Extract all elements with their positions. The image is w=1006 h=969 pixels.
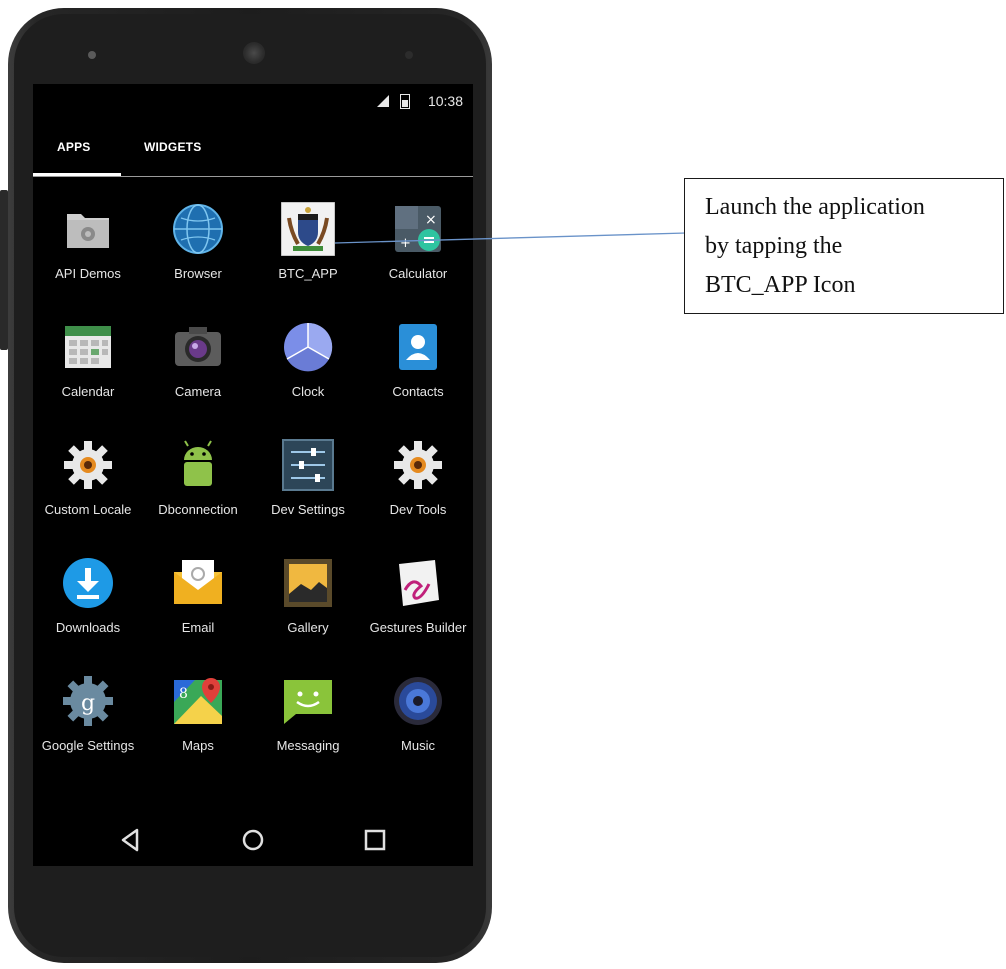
callout-box: Launch the application by tapping the BT… [684, 178, 1004, 314]
callout-line-1: Launch the application [705, 194, 925, 220]
callout-line-2: by tapping the [705, 233, 843, 259]
callout-pointer-line [334, 232, 687, 244]
callout-line-3: BTC_APP Icon [705, 272, 856, 298]
